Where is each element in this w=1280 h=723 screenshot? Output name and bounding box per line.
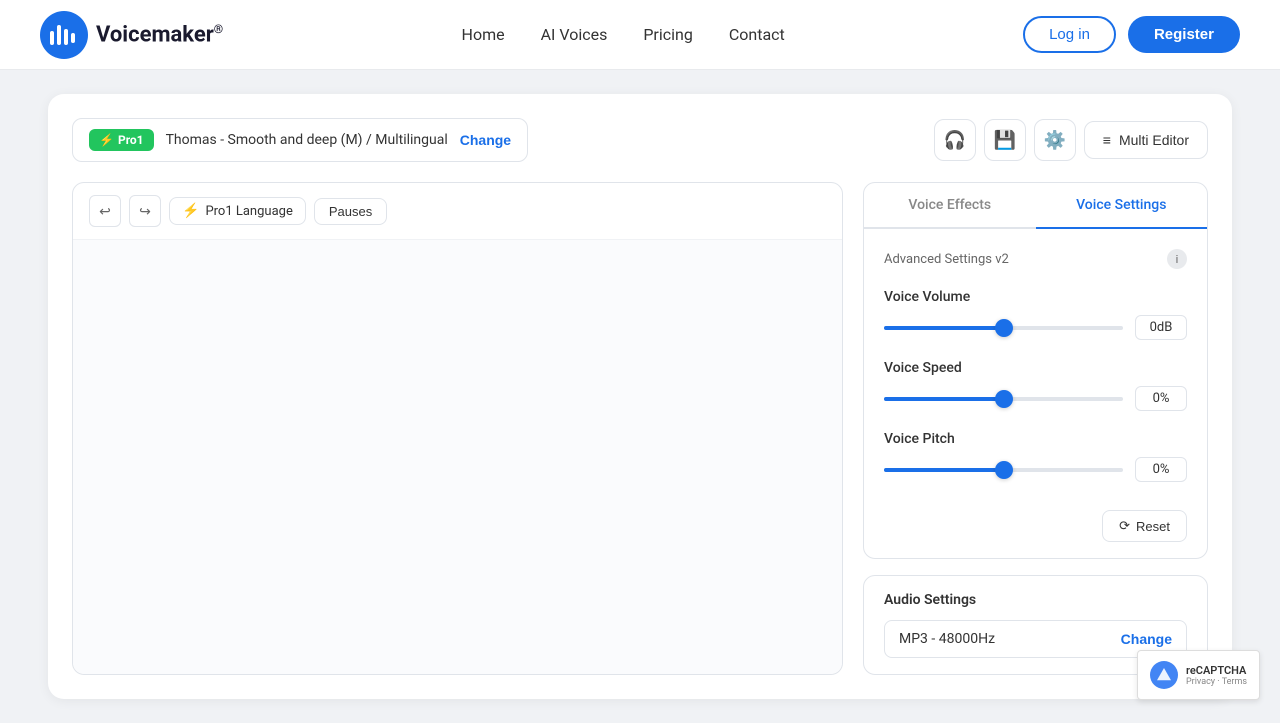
voice-settings-card: Voice Effects Voice Settings Advanced Se…: [863, 182, 1208, 559]
audio-settings-title: Audio Settings: [884, 592, 1187, 608]
settings-body: Advanced Settings v2 i Voice Volume: [864, 229, 1207, 558]
save-icon: 💾: [994, 130, 1016, 151]
tab-voice-settings[interactable]: Voice Settings: [1036, 183, 1208, 229]
nav-contact[interactable]: Contact: [729, 25, 785, 44]
info-icon[interactable]: i: [1167, 249, 1187, 269]
logo-text: Voicemaker®: [96, 22, 223, 47]
icon-buttons: 🎧 💾 ⚙️ ≡ Multi Editor: [934, 119, 1208, 161]
voice-change-button[interactable]: Change: [460, 132, 511, 148]
voice-pitch-section: Voice Pitch 0%: [884, 431, 1187, 482]
reset-icon: ⟳: [1119, 518, 1130, 534]
voice-pitch-value: 0%: [1135, 457, 1187, 482]
voice-volume-fill: [884, 326, 1004, 330]
logo-icon: [40, 11, 88, 59]
reset-row: ⟳ Reset: [884, 502, 1187, 542]
voice-volume-track[interactable]: [884, 326, 1123, 330]
content-row: ↩ ↪ ⚡ Pro1 Language Pauses: [72, 182, 1208, 675]
voice-speed-section: Voice Speed 0%: [884, 360, 1187, 411]
voice-pitch-track[interactable]: [884, 468, 1123, 472]
nav-actions: Log in Register: [1023, 16, 1240, 53]
voice-pitch-slider-row: 0%: [884, 457, 1187, 482]
tabs: Voice Effects Voice Settings: [864, 183, 1207, 229]
text-editor-area[interactable]: [73, 240, 842, 674]
audio-format-label: MP3 - 48000Hz: [899, 631, 995, 647]
nav-ai-voices[interactable]: AI Voices: [541, 25, 608, 44]
advanced-settings-row: Advanced Settings v2 i: [884, 249, 1187, 269]
editor-card: ⚡ Pro1 Thomas - Smooth and deep (M) / Mu…: [48, 94, 1232, 699]
left-panel: ↩ ↪ ⚡ Pro1 Language Pauses: [72, 182, 843, 675]
voice-speed-fill: [884, 397, 1004, 401]
login-button[interactable]: Log in: [1023, 16, 1116, 53]
top-bar: ⚡ Pro1 Thomas - Smooth and deep (M) / Mu…: [72, 118, 1208, 162]
undo-button[interactable]: ↩: [89, 195, 121, 227]
reset-button[interactable]: ⟳ Reset: [1102, 510, 1187, 542]
lightning-icon: ⚡: [99, 133, 114, 147]
headphone-button[interactable]: 🎧: [934, 119, 976, 161]
save-button[interactable]: 💾: [984, 119, 1026, 161]
logo[interactable]: Voicemaker®: [40, 11, 223, 59]
gear-icon: ⚙️: [1044, 130, 1066, 151]
toolbar: ↩ ↪ ⚡ Pro1 Language Pauses: [73, 183, 842, 240]
settings-button[interactable]: ⚙️: [1034, 119, 1076, 161]
multi-editor-button[interactable]: ≡ Multi Editor: [1084, 121, 1208, 159]
tab-voice-effects[interactable]: Voice Effects: [864, 183, 1036, 227]
undo-icon: ↩: [99, 203, 111, 220]
nav-home[interactable]: Home: [462, 25, 505, 44]
voice-speed-track[interactable]: [884, 397, 1123, 401]
audio-change-button[interactable]: Change: [1121, 631, 1172, 647]
redo-icon: ↪: [139, 203, 151, 220]
voice-selector[interactable]: ⚡ Pro1 Thomas - Smooth and deep (M) / Mu…: [72, 118, 528, 162]
recaptcha-logo-icon: [1150, 661, 1178, 689]
voice-speed-value: 0%: [1135, 386, 1187, 411]
pro1-badge: ⚡ Pro1: [89, 129, 154, 151]
voice-volume-slider-row: 0dB: [884, 315, 1187, 340]
pro1-language-button[interactable]: ⚡ Pro1 Language: [169, 197, 306, 225]
register-button[interactable]: Register: [1128, 16, 1240, 53]
voice-volume-value: 0dB: [1135, 315, 1187, 340]
voice-speed-slider-row: 0%: [884, 386, 1187, 411]
voice-pitch-thumb[interactable]: [995, 461, 1013, 479]
right-panel: Voice Effects Voice Settings Advanced Se…: [863, 182, 1208, 675]
voice-speed-label: Voice Speed: [884, 360, 1187, 376]
recaptcha-badge: reCAPTCHA Privacy · Terms: [1137, 650, 1260, 700]
voice-name: Thomas - Smooth and deep (M) / Multiling…: [166, 132, 448, 148]
nav-pricing[interactable]: Pricing: [643, 25, 693, 44]
redo-button[interactable]: ↪: [129, 195, 161, 227]
pauses-button[interactable]: Pauses: [314, 198, 387, 225]
voice-pitch-label: Voice Pitch: [884, 431, 1187, 447]
advanced-label: Advanced Settings v2: [884, 252, 1009, 267]
header: Voicemaker® Home AI Voices Pricing Conta…: [0, 0, 1280, 70]
voice-volume-thumb[interactable]: [995, 319, 1013, 337]
headphone-icon: 🎧: [944, 130, 966, 151]
nav: Home AI Voices Pricing Contact: [462, 25, 785, 44]
lightning-small-icon: ⚡: [182, 203, 199, 219]
main: ⚡ Pro1 Thomas - Smooth and deep (M) / Mu…: [0, 70, 1280, 723]
voice-volume-label: Voice Volume: [884, 289, 1187, 305]
voice-speed-thumb[interactable]: [995, 390, 1013, 408]
voice-volume-section: Voice Volume 0dB: [884, 289, 1187, 340]
layers-icon: ≡: [1103, 132, 1111, 148]
voice-pitch-fill: [884, 468, 1004, 472]
